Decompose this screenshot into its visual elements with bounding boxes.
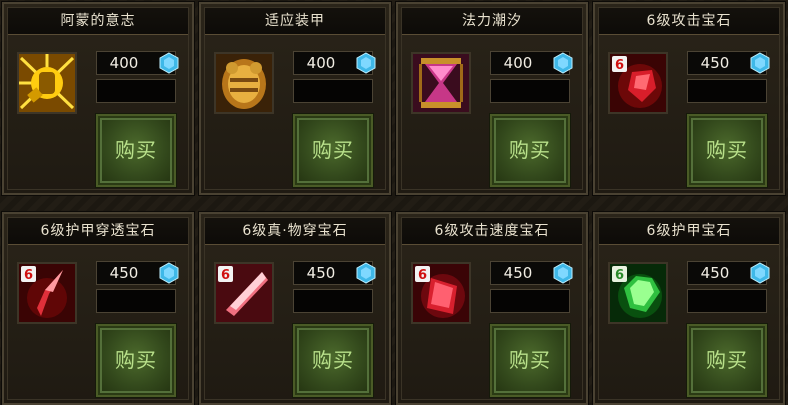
item-name: 适应装甲 — [205, 8, 385, 35]
empty-slot — [293, 79, 373, 103]
shop-item-card: 阿蒙的意志 400 购买 — [1, 1, 195, 196]
price-value: 450 — [306, 264, 336, 282]
red-shard-icon[interactable]: 6 — [17, 262, 77, 324]
item-name: 6级护甲宝石 — [599, 218, 779, 245]
blue-diamond-icon — [553, 52, 573, 74]
red-cut-gem-icon[interactable]: 6 — [411, 262, 471, 324]
blue-diamond-icon — [356, 262, 376, 284]
empty-slot — [687, 289, 767, 313]
hourglass-icon[interactable] — [411, 52, 471, 114]
item-name: 6级护甲穿透宝石 — [8, 218, 188, 245]
price-value: 450 — [700, 54, 730, 72]
shop-item-card: 6级攻击宝石 6 450 购买 — [592, 1, 786, 196]
level-badge: 6 — [24, 268, 33, 283]
green-gem-icon[interactable]: 6 — [608, 262, 668, 324]
buy-button[interactable]: 购买 — [489, 323, 571, 398]
empty-slot — [687, 79, 767, 103]
shop-item-card: 6级攻击速度宝石 6 450 购买 — [395, 211, 589, 405]
price-box: 450 — [687, 261, 770, 285]
buy-button[interactable]: 购买 — [686, 323, 768, 398]
empty-slot — [96, 289, 176, 313]
blue-diamond-icon — [553, 262, 573, 284]
buy-button[interactable]: 购买 — [95, 323, 177, 398]
item-name: 法力潮汐 — [402, 8, 582, 35]
price-value: 450 — [109, 264, 139, 282]
price-box: 400 — [293, 51, 376, 75]
price-value: 400 — [109, 54, 139, 72]
level-badge: 6 — [221, 268, 230, 283]
blue-diamond-icon — [159, 52, 179, 74]
level-badge: 6 — [418, 268, 427, 283]
price-box: 450 — [96, 261, 179, 285]
item-name: 6级攻击速度宝石 — [402, 218, 582, 245]
price-box: 450 — [293, 261, 376, 285]
buy-button[interactable]: 购买 — [292, 323, 374, 398]
golden-armor-icon[interactable] — [214, 52, 274, 114]
price-box: 400 — [96, 51, 179, 75]
red-gem-icon[interactable]: 6 — [608, 52, 668, 114]
price-value: 400 — [503, 54, 533, 72]
shop-item-card: 适应装甲 400 购买 — [198, 1, 392, 196]
item-name: 6级攻击宝石 — [599, 8, 779, 35]
empty-slot — [293, 289, 373, 313]
price-value: 400 — [306, 54, 336, 72]
price-box: 450 — [490, 261, 573, 285]
empty-slot — [96, 79, 176, 103]
blue-diamond-icon — [750, 52, 770, 74]
buy-button[interactable]: 购买 — [292, 113, 374, 188]
blue-diamond-icon — [159, 262, 179, 284]
buy-button[interactable]: 购买 — [686, 113, 768, 188]
buy-button[interactable]: 购买 — [489, 113, 571, 188]
price-box: 400 — [490, 51, 573, 75]
price-value: 450 — [503, 264, 533, 282]
empty-slot — [490, 79, 570, 103]
empty-slot — [490, 289, 570, 313]
price-box: 450 — [687, 51, 770, 75]
shop-item-card: 6级护甲宝石 6 450 购买 — [592, 211, 786, 405]
level-badge: 6 — [615, 268, 624, 283]
amon-will-fist-icon[interactable] — [17, 52, 77, 114]
shop-item-card: 6级真·物穿宝石 6 450 购买 — [198, 211, 392, 405]
price-value: 450 — [700, 264, 730, 282]
blue-diamond-icon — [750, 262, 770, 284]
buy-button[interactable]: 购买 — [95, 113, 177, 188]
level-badge: 6 — [615, 58, 624, 73]
blue-diamond-icon — [356, 52, 376, 74]
shop-item-card: 6级护甲穿透宝石 6 450 购买 — [1, 211, 195, 405]
item-name: 阿蒙的意志 — [8, 8, 188, 35]
item-name: 6级真·物穿宝石 — [205, 218, 385, 245]
shop-item-card: 法力潮汐 400 购买 — [395, 1, 589, 196]
red-crystal-icon[interactable]: 6 — [214, 262, 274, 324]
